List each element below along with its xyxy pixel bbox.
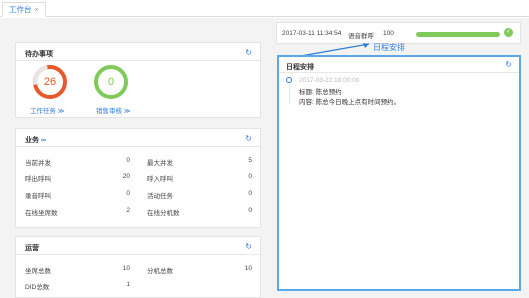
sales-review-gauge[interactable]: 0 (94, 65, 128, 99)
work-task-gauge[interactable]: 26 (33, 65, 67, 99)
annotation-label: 日程安排 (373, 43, 405, 52)
online-agents-value: 2 (126, 207, 130, 214)
current-concurrency-label: 当前并发 (25, 160, 51, 167)
schedule-content-label: 内容: (299, 99, 314, 106)
current-concurrency-value: 0 (126, 157, 130, 164)
business-title: 业务 ∞ (25, 135, 46, 145)
total-extensions-label: 分机总数 (147, 268, 173, 275)
refresh-icon[interactable]: ↻ (505, 60, 512, 69)
active-tasks-label: 活动任务 (147, 193, 173, 200)
status-time: 2017-03-11 11:34:54 (282, 30, 342, 37)
sales-review-link[interactable]: 销售审核 ≫ (96, 105, 131, 115)
inbound-calls-label: 呼入呼叫 (147, 176, 173, 183)
active-tasks-value: 0 (248, 190, 252, 197)
operations-panel: 运营 ↻ 坐席总数 10 DID总数 1 分机总数 10 (15, 236, 261, 298)
refresh-icon[interactable]: ↻ (245, 48, 252, 57)
divider (16, 146, 260, 147)
schedule-title: 日程安排 (286, 64, 314, 71)
timeline-dot-icon (286, 77, 292, 83)
divider (279, 72, 519, 73)
schedule-title-value: 陈总预约 (315, 89, 342, 96)
outbound-calls-value: 20 (122, 173, 130, 180)
inbound-calls-value: 0 (248, 173, 252, 180)
schedule-title-label: 标题: (299, 89, 314, 96)
business-title-text: 业务 (25, 137, 39, 144)
divider (16, 254, 260, 255)
did-total-value: 1 (126, 281, 130, 288)
tab-bar: 工作台 × (0, 0, 529, 17)
todo-panel: 待办事项 ↻ 26 0 工作任务 ≫ 销售审核 ≫ (15, 42, 261, 118)
total-agents-value: 10 (122, 265, 130, 272)
operations-title: 运营 (25, 245, 39, 252)
online-extensions-value: 0 (248, 207, 252, 214)
schedule-panel: 日程安排 ↻ 2017-03-22 18:00:00 标题: 陈总预约 内容: … (277, 55, 521, 291)
max-concurrency-label: 最大并发 (147, 160, 173, 167)
todo-title: 待办事项 (25, 51, 53, 58)
recorded-calls-label: 录音呼叫 (25, 193, 51, 200)
timeline-line (288, 84, 290, 104)
status-value: 100 (383, 30, 394, 37)
outbound-calls-label: 呼出呼叫 (25, 176, 51, 183)
max-concurrency-value: 5 (248, 157, 252, 164)
business-panel: 业务 ∞ ↻ 当前并发 0 呼出呼叫 20 录音呼叫 0 在线坐席数 2 最大并发… (15, 128, 261, 228)
tab-workbench[interactable]: 工作台 × (2, 2, 46, 17)
close-icon[interactable]: × (35, 7, 39, 14)
progress-fill (416, 32, 500, 37)
online-agents-label: 在线坐席数 (25, 210, 58, 217)
schedule-entry-content: 内容: 陈总今日晚上点有时间预约。 (299, 96, 400, 106)
total-agents-label: 坐席总数 (25, 268, 51, 275)
work-task-link[interactable]: 工作任务 ≫ (30, 105, 65, 115)
did-total-label: DID总数 (25, 284, 50, 291)
link-icon: ∞ (41, 137, 46, 144)
online-extensions-label: 在线分机数 (147, 210, 180, 217)
tab-label: 工作台 (9, 5, 32, 14)
divider (16, 60, 260, 61)
check-icon: ✓ (504, 28, 513, 37)
refresh-icon[interactable]: ↻ (245, 134, 252, 143)
recorded-calls-value: 0 (126, 190, 130, 197)
schedule-entry-time: 2017-03-22 18:00:00 (299, 77, 360, 84)
refresh-icon[interactable]: ↻ (245, 242, 252, 251)
schedule-content-value: 陈总今日晚上点有时间预约。 (315, 99, 401, 106)
progress-bar (416, 32, 500, 37)
schedule-entry-title[interactable]: 标题: 陈总预约 (299, 86, 342, 96)
total-extensions-value: 10 (244, 265, 252, 272)
